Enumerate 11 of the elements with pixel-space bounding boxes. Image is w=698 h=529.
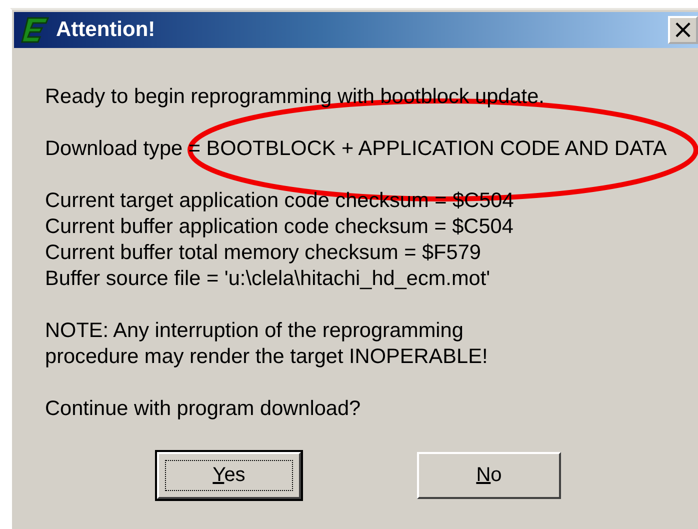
no-button[interactable]: No xyxy=(417,452,561,499)
app-logo-icon xyxy=(20,16,50,44)
yes-button[interactable]: Yes xyxy=(157,452,301,499)
message-text: Buffer source file = 'u:\clela\hitachi_hd_ecm.mot' xyxy=(45,266,492,292)
window-title: Attention! xyxy=(56,18,156,42)
message-text: NOTE: Any interruption of the reprogramming xyxy=(45,318,464,344)
close-button[interactable]: × xyxy=(668,16,698,44)
message-text: Current buffer application code checksum = $C504 xyxy=(45,214,514,240)
message-text: Continue with program download? xyxy=(45,396,362,422)
message-text: procedure may render the target INOPERABLE! xyxy=(45,344,489,370)
message-text: Current buffer total memory checksum = $F579 xyxy=(45,240,482,266)
